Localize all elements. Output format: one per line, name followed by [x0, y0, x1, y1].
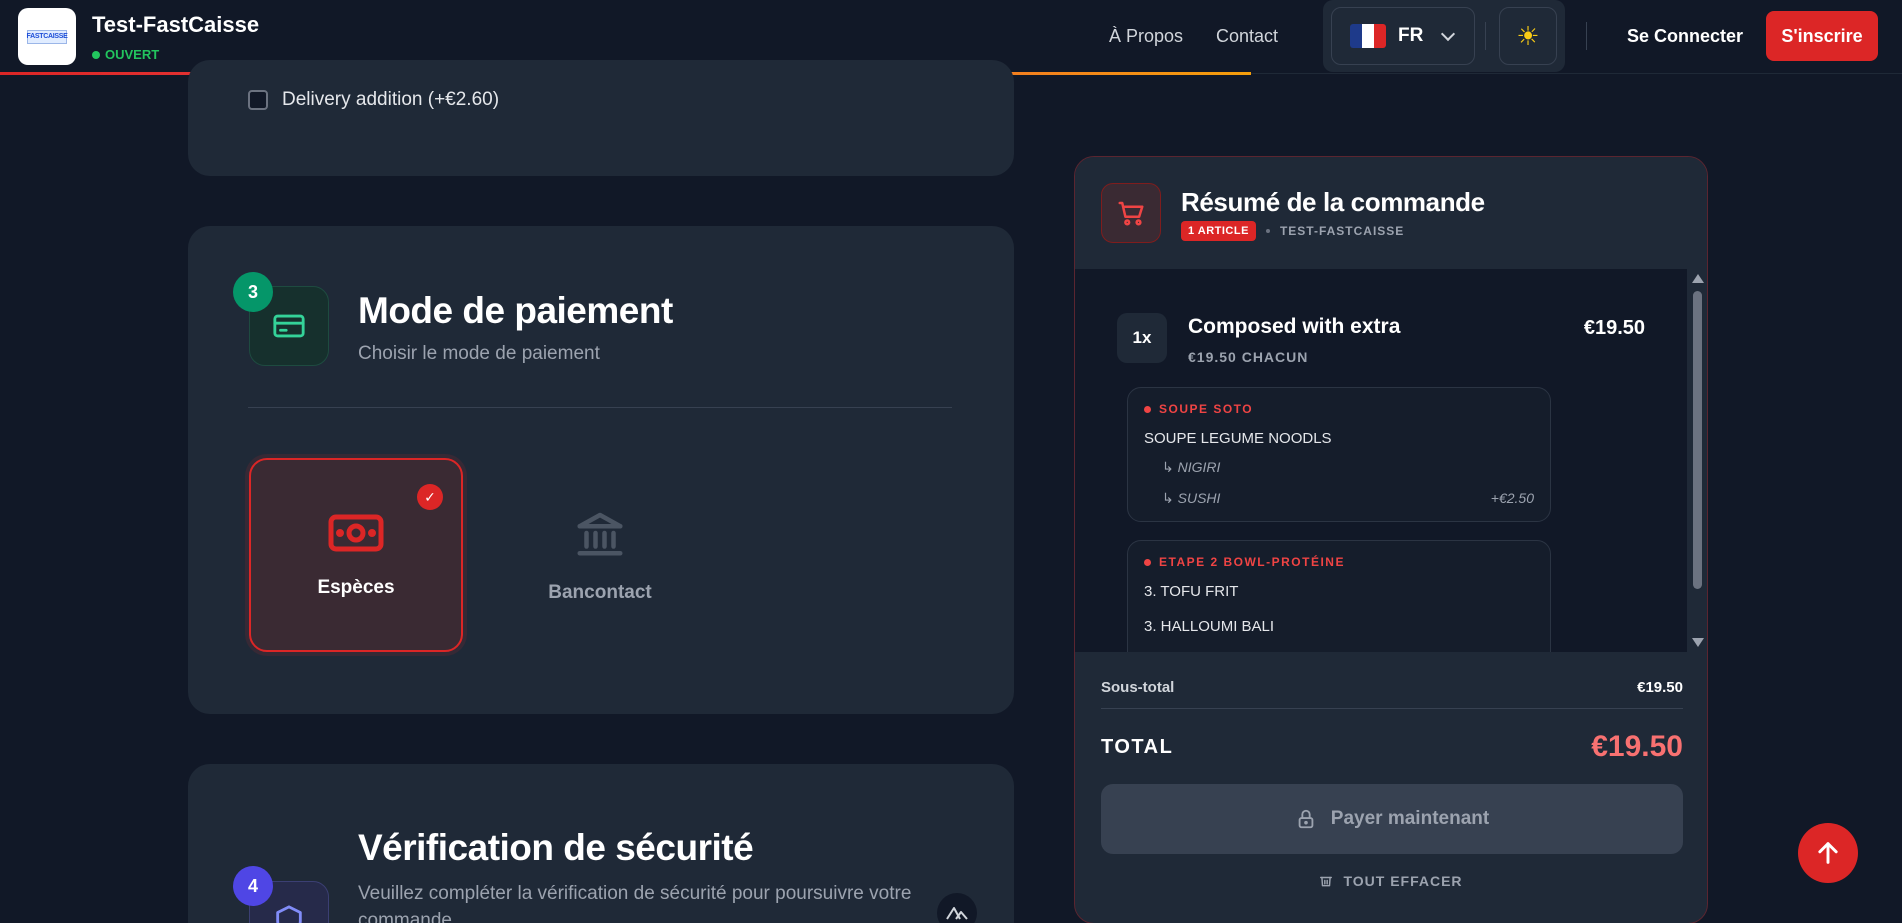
item-name: Composed with extra	[1188, 315, 1401, 338]
payment-option-label: Bancontact	[548, 582, 652, 603]
store-name[interactable]: Test-FastCaisse	[92, 12, 259, 38]
theme-toggle-button[interactable]: ☀	[1499, 7, 1557, 65]
header-divider	[1586, 22, 1587, 50]
summary-title: Résumé de la commande	[1181, 187, 1485, 217]
subtotal-row: Sous-total €19.50	[1101, 679, 1683, 696]
delivery-label: Delivery addition (+€2.60)	[282, 89, 500, 110]
summary-store-name: TEST-FASTCAISSE	[1279, 224, 1405, 238]
scroll-up-arrow-icon[interactable]	[1692, 274, 1704, 283]
option-group-title: ETAPE 2 BOWL-PROTÉINE	[1159, 555, 1345, 569]
sun-icon: ☀	[1516, 20, 1540, 51]
chevron-down-icon	[1441, 26, 1456, 41]
payment-option-bancontact[interactable]: Bancontact	[493, 458, 707, 652]
option-group-heading: ETAPE 2 BOWL-PROTÉINE	[1144, 555, 1534, 569]
delivery-checkbox[interactable]	[248, 90, 268, 110]
payment-option-cash[interactable]: ✓ Espèces	[249, 458, 463, 652]
scroll-to-top-button[interactable]	[1798, 823, 1858, 883]
nav-about-link[interactable]: À Propos	[1109, 26, 1183, 47]
status-dot-icon	[92, 50, 100, 59]
payment-title: Mode de paiement	[358, 290, 673, 331]
payment-subtitle: Choisir le mode de paiement	[358, 343, 600, 364]
credit-card-icon	[273, 314, 305, 338]
payment-option-label: Espèces	[317, 577, 395, 598]
option-choice: 3. TOFU FRIT	[1144, 583, 1239, 600]
language-code: FR	[1398, 25, 1424, 46]
section-divider	[248, 407, 952, 408]
option-sub-choice: ↳ NIGIRI	[1144, 459, 1534, 476]
login-link[interactable]: Se Connecter	[1627, 26, 1743, 47]
arrow-up-icon	[1818, 842, 1838, 864]
france-flag-icon	[1350, 24, 1386, 48]
option-group-title: SOUPE SOTO	[1159, 402, 1254, 416]
sub-choice-label: ↳ SUSHI	[1162, 490, 1221, 506]
lock-icon	[1298, 809, 1314, 829]
subtotal-value: €19.50	[1637, 679, 1683, 696]
selected-check-icon: ✓	[417, 484, 443, 510]
summary-meta: 1 ARTICLE TEST-FASTCAISSE	[1181, 221, 1404, 241]
store-status: OUVERT	[92, 47, 159, 62]
shopping-cart-icon	[1118, 201, 1144, 226]
sub-choice-price: +€2.50	[1490, 490, 1534, 506]
sub-choice-label: ↳ NIGIRI	[1162, 459, 1221, 475]
signup-button[interactable]: S'inscrire	[1766, 11, 1878, 61]
bank-icon	[577, 512, 623, 556]
language-selector[interactable]: FR	[1331, 7, 1475, 65]
scroll-down-arrow-icon[interactable]	[1692, 638, 1704, 647]
total-value: €19.50	[1591, 730, 1683, 763]
option-group: ETAPE 2 BOWL-PROTÉINE 3. TOFU FRIT 3. HA…	[1127, 540, 1551, 652]
option-choice: SOUPE LEGUME NOODLS	[1144, 430, 1332, 447]
trash-icon	[1320, 876, 1333, 887]
store-logo[interactable]: FASTCAISSE	[18, 8, 76, 65]
security-subtitle: Veuillez compléter la vérification de sé…	[358, 883, 912, 923]
nav-contact-link[interactable]: Contact	[1216, 26, 1278, 47]
bullet-icon	[1144, 405, 1151, 413]
bullet-icon	[1144, 558, 1151, 566]
item-unit-price: €19.50 CHACUN	[1188, 349, 1309, 365]
pay-now-button[interactable]: Payer maintenant	[1101, 784, 1683, 854]
item-total-price: €19.50	[1583, 317, 1645, 339]
article-count-badge: 1 ARTICLE	[1181, 221, 1256, 241]
summary-divider	[1101, 708, 1683, 709]
delivery-option[interactable]: Delivery addition (+€2.60)	[248, 89, 499, 111]
shield-icon	[276, 905, 302, 923]
security-title: Vérification de sécurité	[358, 827, 754, 868]
option-choice: 3. HALLOUMI BALI	[1144, 618, 1275, 635]
order-summary-panel: Résumé de la commande 1 ARTICLE TEST-FAS…	[1074, 156, 1708, 923]
total-row: TOTAL €19.50	[1101, 730, 1683, 764]
cart-icon-box	[1101, 183, 1161, 243]
logo-text: FASTCAISSE	[27, 29, 68, 44]
option-group-heading: SOUPE SOTO	[1144, 402, 1534, 416]
banknote-icon	[328, 514, 384, 552]
status-label: OUVERT	[105, 47, 160, 62]
options-card	[188, 60, 1014, 176]
option-group: SOUPE SOTO SOUPE LEGUME NOODLS ↳ NIGIRI …	[1127, 387, 1551, 522]
clear-all-button[interactable]: TOUT EFFACER	[1075, 873, 1707, 889]
items-scrollbar[interactable]	[1687, 269, 1707, 652]
step-number-badge: 3	[233, 272, 273, 312]
total-label: TOTAL	[1101, 735, 1174, 758]
clear-all-label: TOUT EFFACER	[1343, 873, 1463, 889]
scrollbar-thumb[interactable]	[1693, 291, 1702, 589]
cart-items-list[interactable]: 1x Composed with extra €19.50 CHACUN €19…	[1075, 269, 1707, 652]
step-number-badge: 4	[233, 866, 273, 906]
summary-header: Résumé de la commande 1 ARTICLE TEST-FAS…	[1075, 157, 1707, 269]
item-quantity: 1x	[1117, 313, 1167, 363]
subtotal-label: Sous-total	[1101, 679, 1175, 696]
meta-separator	[1265, 229, 1270, 233]
pay-now-label: Payer maintenant	[1330, 808, 1490, 829]
header-divider	[1485, 22, 1486, 50]
option-sub-choice: ↳ SUSHI +€2.50	[1144, 490, 1534, 507]
